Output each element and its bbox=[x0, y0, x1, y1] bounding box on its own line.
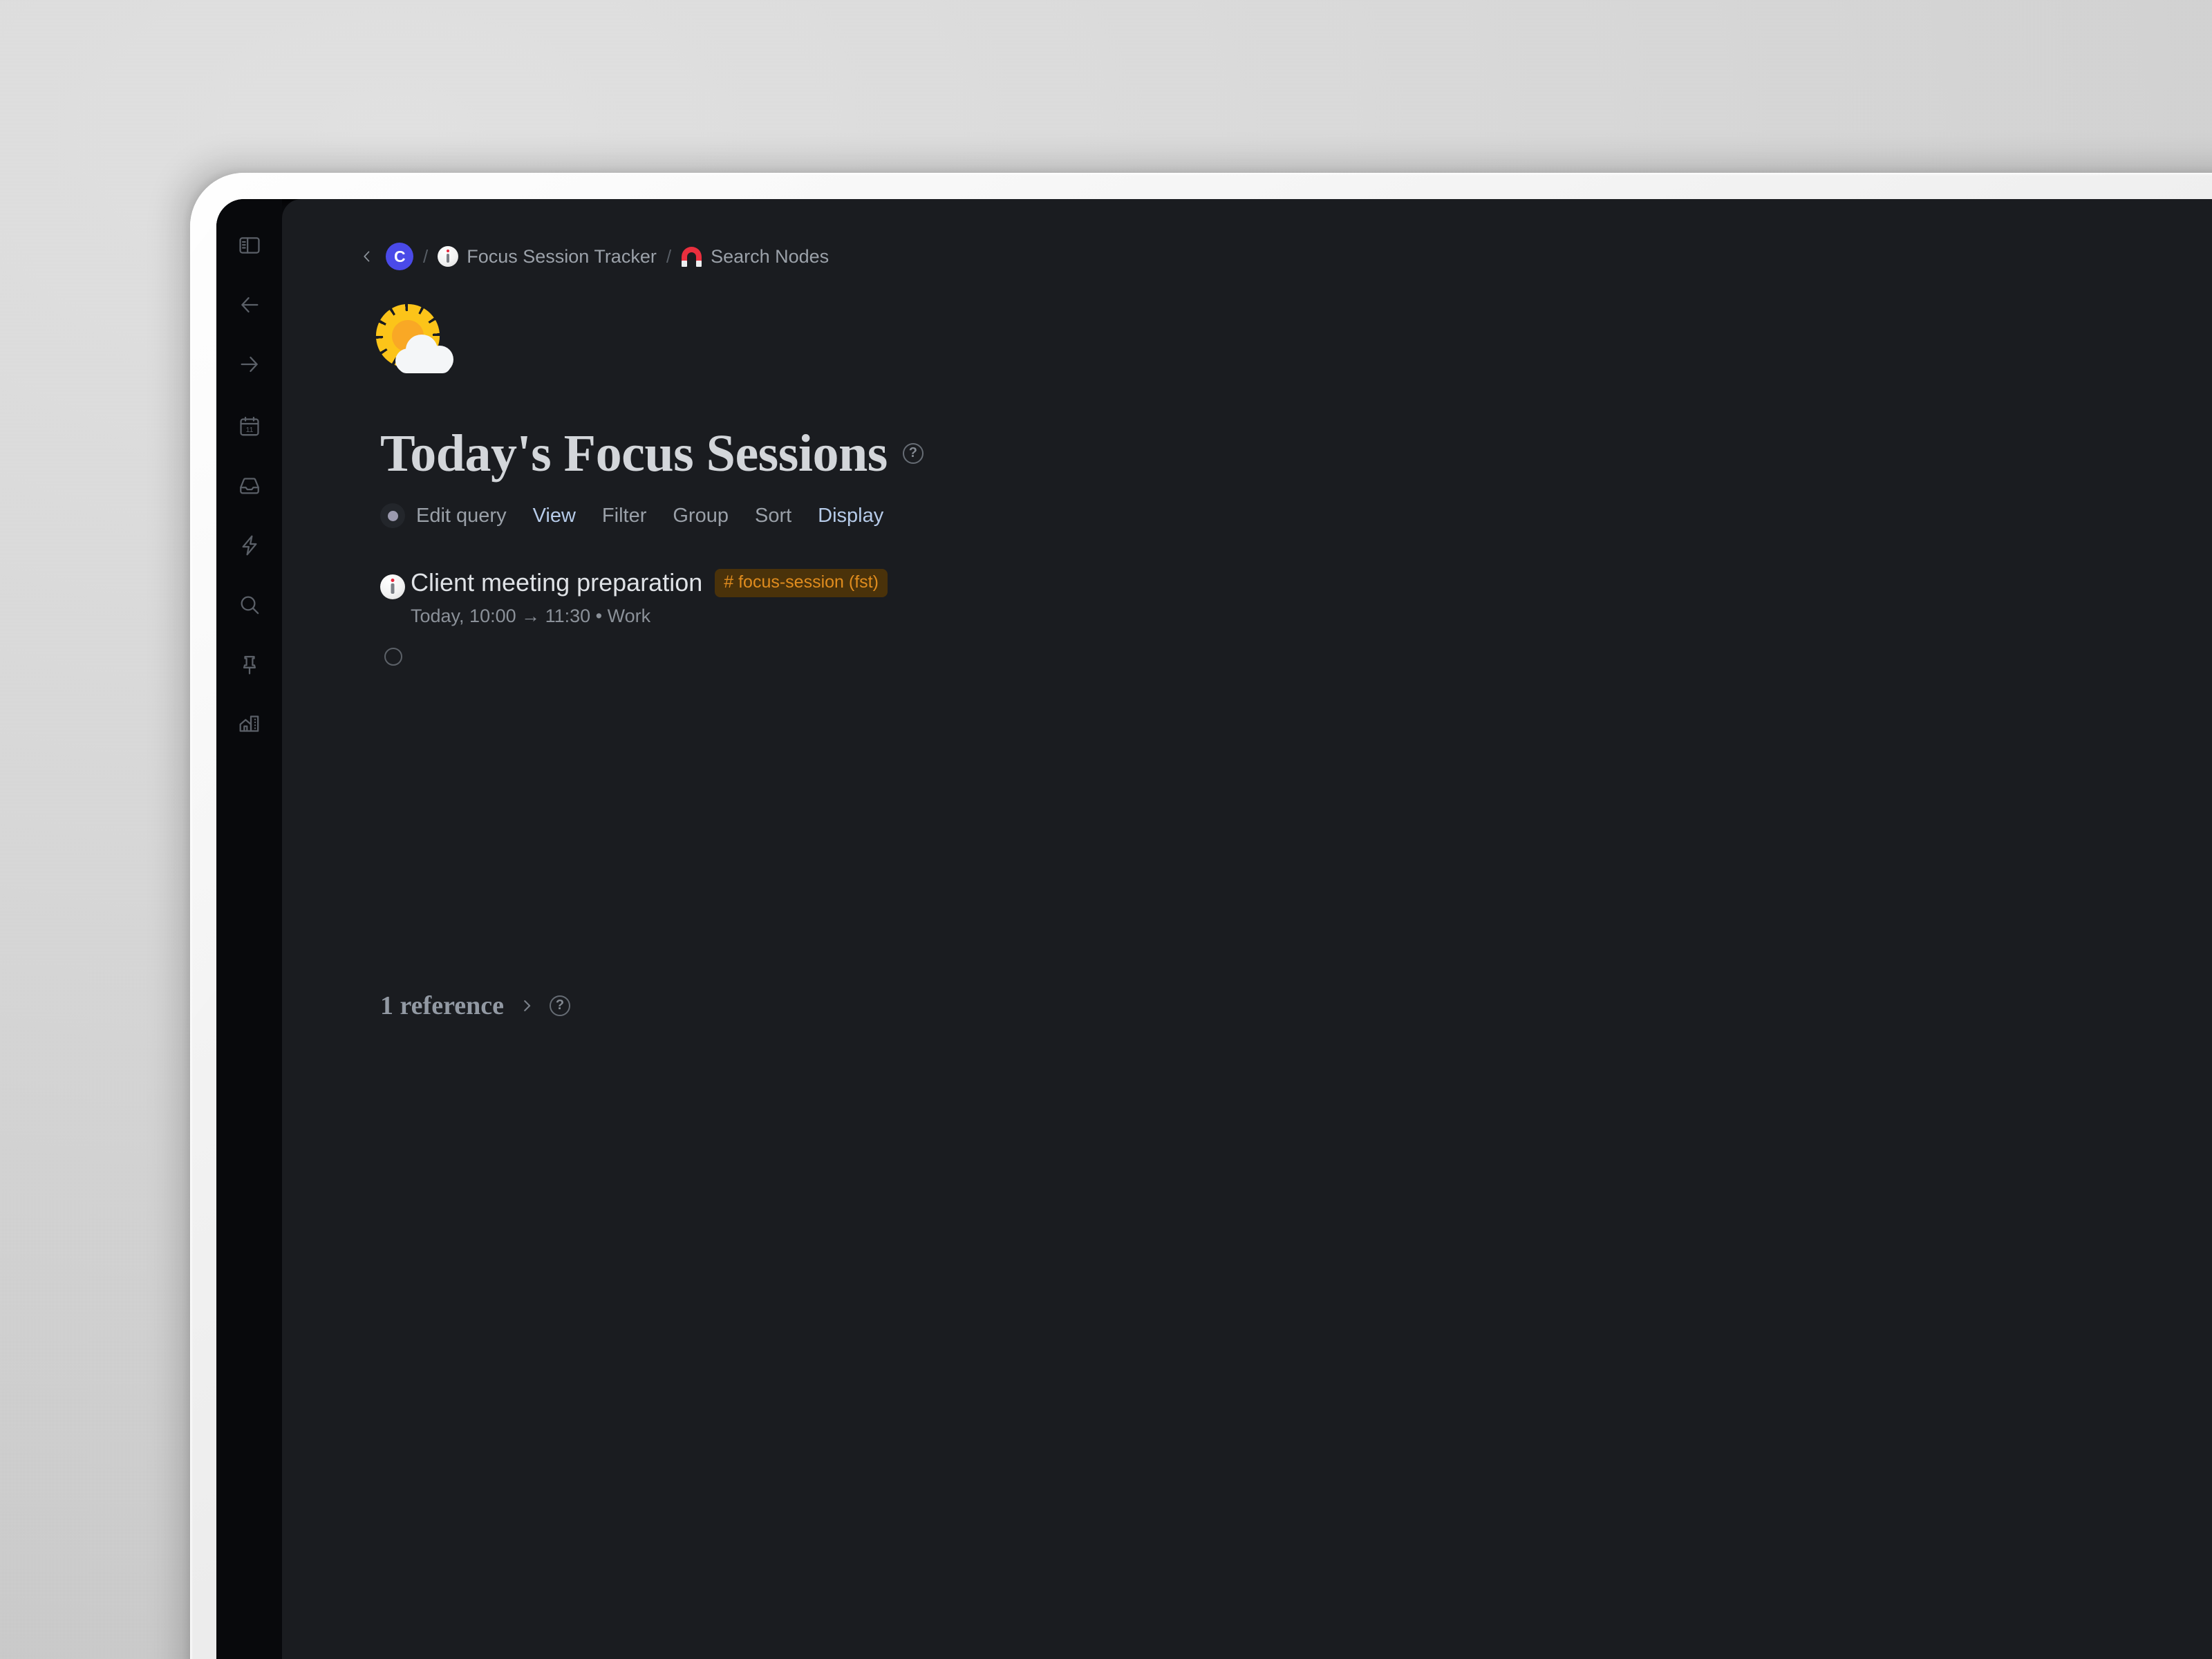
page-title-row: Today's Focus Sessions ? bbox=[380, 427, 924, 480]
breadcrumb-label-search-nodes: Search Nodes bbox=[711, 245, 830, 267]
content-panel: C / Focus Session Tracker / Search Nodes bbox=[282, 199, 2212, 1659]
breadcrumb-separator-2: / bbox=[666, 245, 672, 267]
query-toolbar: Edit query View Filter Group Sort Displa… bbox=[380, 503, 883, 528]
page-title: Today's Focus Sessions bbox=[380, 424, 888, 482]
inbox-icon[interactable] bbox=[225, 462, 274, 510]
references-label[interactable]: 1 reference bbox=[380, 991, 504, 1021]
back-arrow-icon[interactable] bbox=[225, 281, 274, 329]
pin-icon[interactable] bbox=[225, 640, 274, 688]
home-building-icon[interactable] bbox=[225, 700, 274, 748]
list-item-meta: Today, 10:00 → 11:30 • Work bbox=[411, 606, 651, 626]
list-item-icon-wrap bbox=[380, 568, 411, 599]
sun-behind-cloud-icon[interactable] bbox=[382, 311, 458, 380]
breadcrumb: C / Focus Session Tracker / Search Nodes bbox=[353, 242, 829, 271]
panel-toggle-icon[interactable] bbox=[225, 221, 274, 270]
toolbar-link-sort[interactable]: Sort bbox=[755, 505, 791, 527]
breadcrumb-item-focus-session-tracker[interactable]: Focus Session Tracker bbox=[438, 246, 657, 268]
help-circle-icon[interactable]: ? bbox=[902, 443, 924, 464]
toolbar-link-filter[interactable]: Filter bbox=[602, 505, 646, 527]
toolbar-link-group[interactable]: Group bbox=[673, 505, 729, 527]
app-screen: 11 C / Focus Session Tracker / Search No… bbox=[216, 199, 2212, 1659]
result-list: Client meeting preparation # focus-sessi… bbox=[380, 565, 1763, 666]
toolbar-link-view[interactable]: View bbox=[533, 505, 576, 527]
query-dot-icon bbox=[380, 503, 405, 528]
lightning-icon[interactable] bbox=[225, 521, 274, 570]
empty-bullet-row[interactable] bbox=[384, 648, 402, 666]
breadcrumb-item-search-nodes[interactable]: Search Nodes bbox=[681, 246, 829, 268]
search-icon[interactable] bbox=[225, 581, 274, 629]
forward-arrow-icon[interactable] bbox=[225, 340, 274, 388]
list-item-title-row: Client meeting preparation # focus-sessi… bbox=[411, 568, 1763, 597]
left-rail: 11 bbox=[216, 199, 282, 1659]
breadcrumb-separator-1: / bbox=[423, 245, 429, 267]
breadcrumb-label-focus-session-tracker: Focus Session Tracker bbox=[467, 245, 657, 267]
references-section: 1 reference ? bbox=[380, 991, 570, 1021]
info-emoji bbox=[380, 574, 405, 599]
edit-query-button[interactable]: Edit query bbox=[380, 503, 507, 528]
magnet-icon bbox=[681, 246, 702, 267]
edit-query-label: Edit query bbox=[416, 504, 507, 527]
chevron-right-icon[interactable] bbox=[519, 998, 534, 1013]
info-emoji bbox=[438, 246, 459, 267]
breadcrumb-back-button[interactable] bbox=[353, 242, 382, 271]
svg-text:11: 11 bbox=[245, 427, 253, 434]
toolbar-link-display[interactable]: Display bbox=[818, 505, 883, 527]
list-item[interactable]: Client meeting preparation # focus-sessi… bbox=[380, 565, 1763, 627]
avatar[interactable]: C bbox=[386, 243, 413, 270]
list-item-body: Client meeting preparation # focus-sessi… bbox=[411, 568, 1763, 627]
list-item-title[interactable]: Client meeting preparation bbox=[411, 568, 702, 597]
references-help-circle-icon[interactable]: ? bbox=[549, 995, 570, 1016]
calendar-icon[interactable]: 11 bbox=[225, 402, 274, 451]
tag-badge[interactable]: # focus-session (fst) bbox=[715, 568, 888, 597]
